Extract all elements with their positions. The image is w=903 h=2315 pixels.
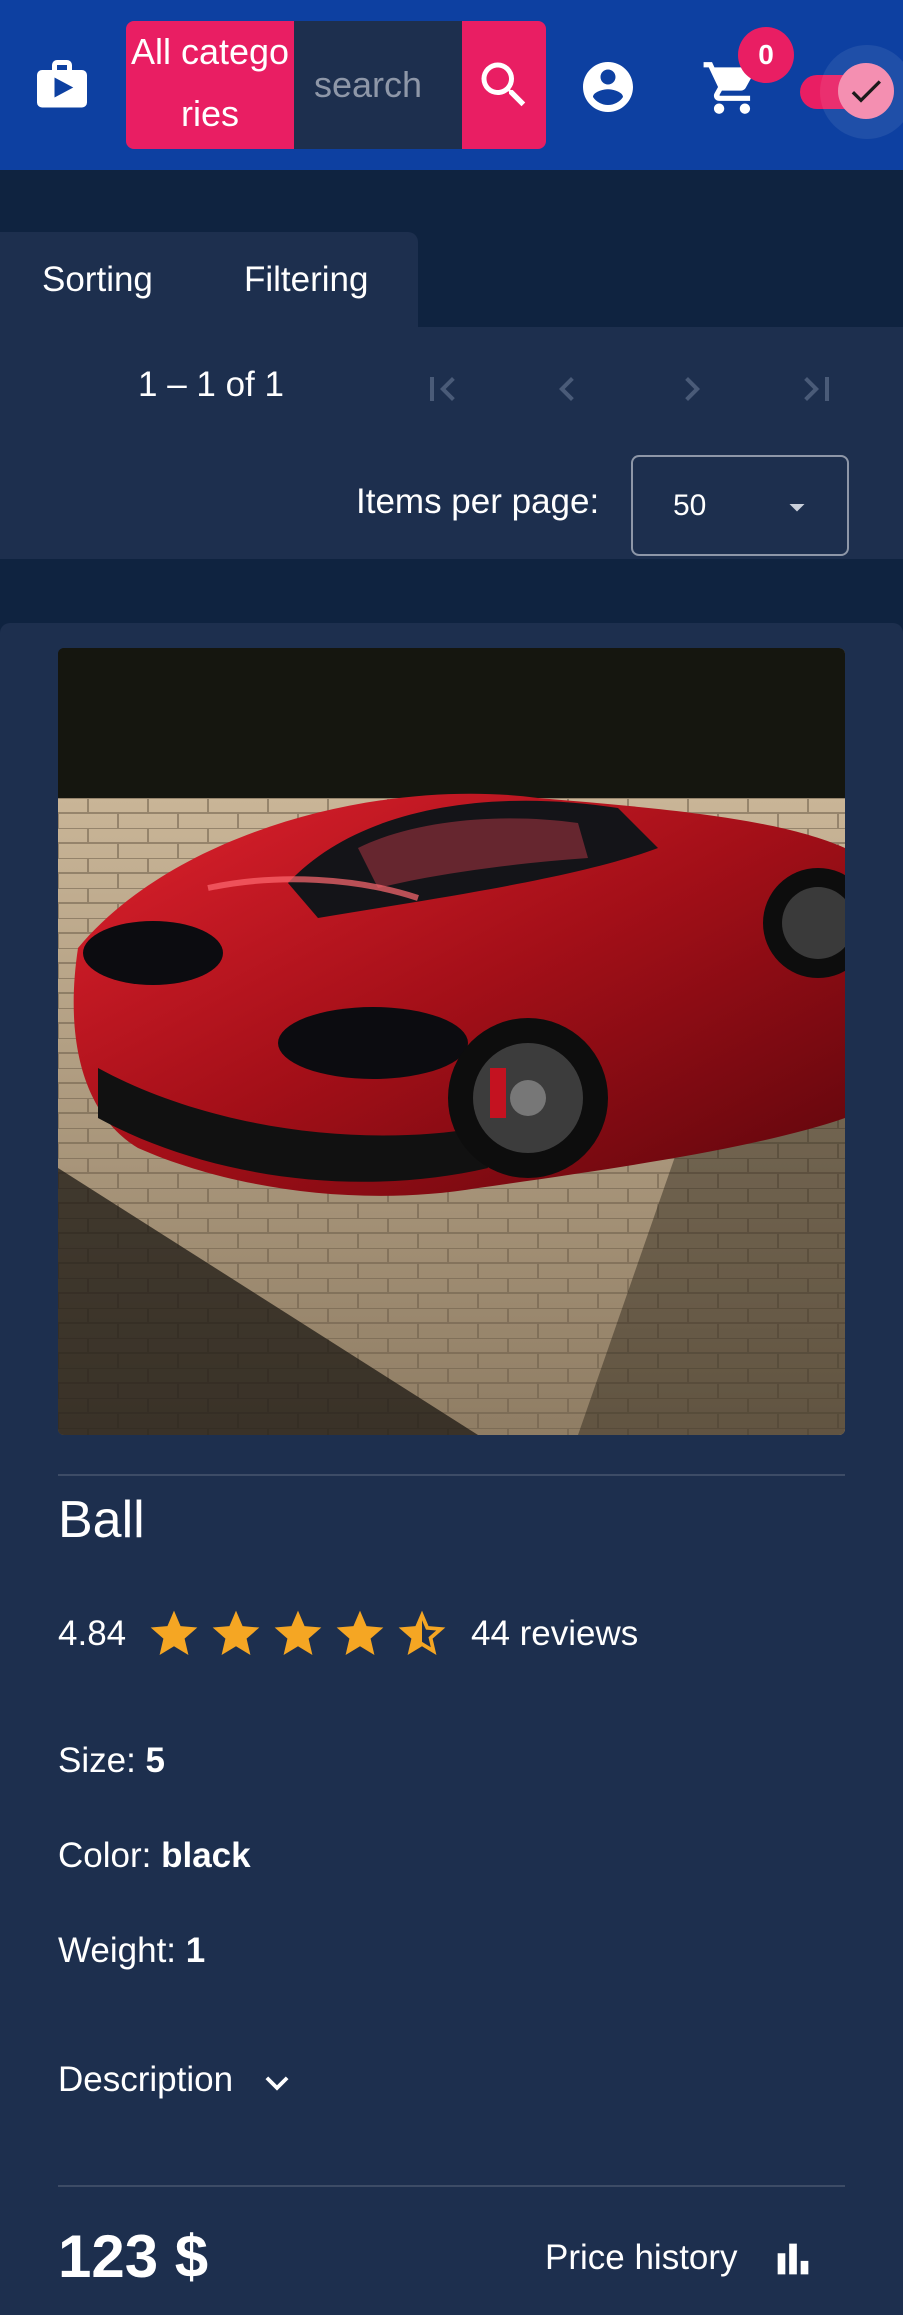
account-icon[interactable] [578, 57, 638, 117]
tab-sorting[interactable]: Sorting [42, 232, 153, 327]
search-icon [481, 62, 526, 107]
search-input[interactable] [294, 21, 462, 149]
attribute-weight-label: Weight: [58, 1931, 177, 1970]
star-full-icon [336, 1610, 384, 1655]
attribute-color-value: black [161, 1836, 251, 1875]
paginator: 1 – 1 of 1 Items per page: 50 [0, 327, 903, 559]
items-per-page-label: Items per page: [356, 482, 600, 521]
divider [58, 2185, 845, 2187]
divider [58, 1474, 845, 1476]
all-categories-button[interactable]: All categories [126, 21, 294, 149]
tab-filtering[interactable]: Filtering [244, 232, 368, 327]
page-range-label: 1 – 1 of 1 [138, 365, 284, 404]
attribute-weight-value: 1 [185, 1931, 206, 1970]
star-full-icon [274, 1610, 322, 1655]
price-history-button[interactable]: Price history [545, 2238, 738, 2278]
sort-filter-tabs: Sorting Filtering [0, 232, 418, 327]
last-page-icon[interactable] [793, 365, 841, 413]
items-per-page-select[interactable]: 50 [631, 455, 849, 556]
product-image[interactable] [58, 648, 845, 1435]
search-button[interactable] [462, 21, 546, 149]
product-name[interactable]: Ball [58, 1490, 145, 1550]
attribute-size-value: 5 [145, 1741, 166, 1780]
bar-chart-icon[interactable] [770, 2236, 816, 2282]
star-half-icon [398, 1610, 446, 1655]
attribute-size: Size: 5 [58, 1741, 165, 1781]
rating-value: 4.84 [58, 1614, 127, 1653]
star-full-icon [150, 1610, 198, 1655]
attribute-color: Color: black [58, 1836, 251, 1876]
items-per-page-value: 50 [673, 489, 707, 522]
attribute-color-label: Color: [58, 1836, 152, 1875]
toggle-thumb[interactable] [838, 63, 894, 119]
star-full-icon [212, 1610, 260, 1655]
check-icon [851, 80, 881, 103]
chevron-down-icon [265, 2076, 289, 2091]
description-toggle[interactable]: Description [58, 2060, 289, 2110]
previous-page-icon[interactable] [543, 365, 591, 413]
next-page-icon[interactable] [668, 365, 716, 413]
product-price: 123 $ [58, 2223, 209, 2290]
review-count[interactable]: 44 reviews [471, 1614, 638, 1654]
top-app-bar: All categories 0 [0, 0, 903, 170]
first-page-icon[interactable] [418, 365, 466, 413]
attribute-weight: Weight: 1 [58, 1931, 205, 1971]
description-label: Description [58, 2060, 234, 2099]
shop-icon[interactable] [32, 55, 92, 115]
attribute-size-label: Size: [58, 1741, 136, 1780]
dropdown-arrow-icon [789, 504, 805, 512]
cart-count-badge: 0 [738, 27, 794, 83]
